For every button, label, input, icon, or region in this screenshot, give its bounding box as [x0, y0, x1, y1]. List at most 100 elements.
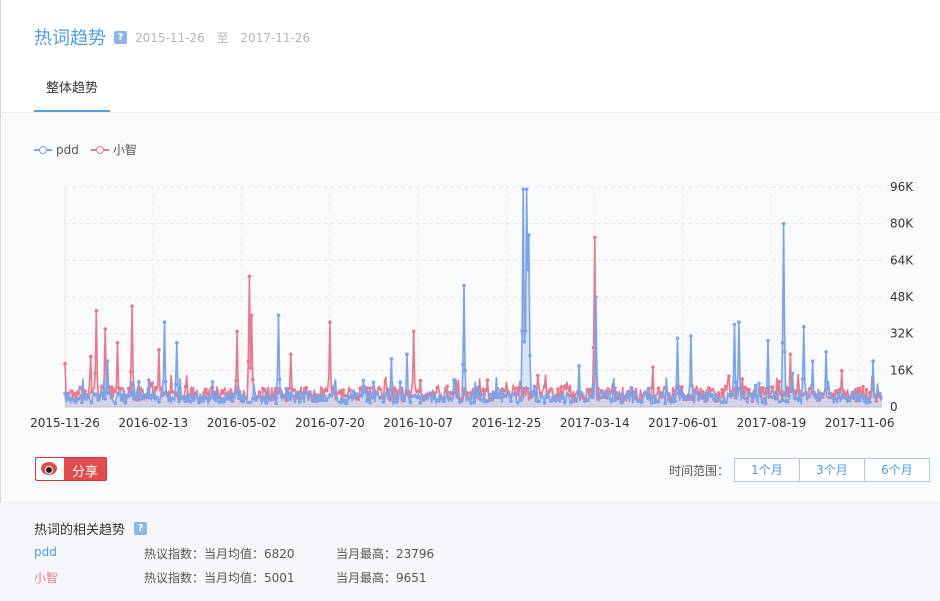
- chart-legend: pdd 小智: [34, 141, 149, 158]
- data-point: [559, 385, 563, 389]
- data-point: [700, 394, 704, 399]
- data-point: [103, 397, 107, 401]
- data-point: [650, 401, 654, 405]
- data-point: [713, 392, 718, 397]
- range-6-month-button[interactable]: 6个月: [864, 458, 930, 482]
- data-point: [177, 399, 181, 404]
- data-point: [643, 390, 647, 394]
- data-point: [438, 393, 443, 398]
- data-point: [821, 395, 825, 399]
- data-point: [606, 387, 610, 391]
- data-point: [827, 391, 832, 396]
- data-point: [723, 384, 728, 389]
- data-point: [224, 396, 228, 401]
- data-point: [389, 357, 394, 361]
- data-point: [528, 353, 532, 358]
- data-point: [696, 397, 701, 402]
- data-point: [289, 352, 293, 357]
- related-name-pdd[interactable]: pdd: [34, 545, 144, 562]
- data-point: [824, 350, 828, 354]
- related-name-xiaozhi[interactable]: 小智: [34, 569, 144, 586]
- data-point: [287, 386, 292, 391]
- data-point: [83, 394, 87, 399]
- data-point: [361, 378, 366, 383]
- data-point: [760, 400, 765, 405]
- data-point: [861, 384, 865, 389]
- data-point: [485, 399, 490, 403]
- range-1-month-button[interactable]: 1个月: [734, 458, 800, 482]
- data-point: [180, 396, 185, 400]
- share-button[interactable]: 分享: [35, 457, 107, 481]
- data-point: [807, 394, 812, 399]
- help-icon[interactable]: ?: [114, 30, 127, 44]
- legend-item-xiaozhi[interactable]: 小智: [90, 141, 137, 158]
- x-tick-label: 2017-03-14: [560, 416, 630, 430]
- data-point: [435, 385, 440, 390]
- data-point: [663, 401, 667, 406]
- data-point: [235, 329, 239, 334]
- data-point: [874, 394, 879, 399]
- data-point: [770, 385, 775, 389]
- data-point: [639, 400, 644, 405]
- data-point: [673, 399, 677, 403]
- data-point: [401, 394, 406, 399]
- data-point: [864, 401, 869, 405]
- data-point: [760, 385, 765, 390]
- data-point: [707, 386, 711, 390]
- data-point: [733, 380, 738, 385]
- data-point: [445, 384, 450, 389]
- data-point: [794, 395, 798, 400]
- data-point: [90, 390, 94, 394]
- data-point: [140, 388, 144, 393]
- range-3-month-button[interactable]: 3个月: [799, 458, 865, 482]
- data-point: [220, 399, 225, 404]
- data-point: [512, 386, 517, 391]
- data-point: [840, 368, 844, 373]
- data-point: [354, 392, 359, 396]
- data-point: [435, 399, 440, 403]
- data-point: [150, 393, 154, 397]
- data-point: [690, 383, 694, 388]
- data-point: [512, 392, 517, 397]
- trend-chart: 0 16K 32K 48K 64K 80K 96K 2015-11-26 2016-02-13 2…: [30, 180, 914, 430]
- tab-bar: 整体趋势: [0, 70, 940, 113]
- help-icon[interactable]: ?: [134, 522, 148, 535]
- data-point: [489, 392, 493, 397]
- x-tick-label: 2016-02-13: [118, 416, 188, 430]
- related-trends-title: 热词的相关趋势 ?: [34, 519, 148, 538]
- data-point: [757, 381, 761, 386]
- data-point: [774, 390, 778, 395]
- data-point: [552, 394, 557, 399]
- data-point: [479, 398, 483, 402]
- y-tick-label: 96K: [890, 180, 914, 194]
- data-point: [616, 393, 620, 397]
- data-point: [566, 386, 570, 390]
- data-point: [569, 400, 574, 404]
- data-point: [569, 393, 574, 398]
- data-point: [428, 391, 433, 395]
- data-point: [267, 397, 272, 401]
- data-point: [381, 400, 386, 404]
- y-tick-label: 48K: [890, 290, 914, 304]
- data-point: [304, 390, 309, 395]
- legend-swatch-pdd: [34, 145, 52, 155]
- data-point: [606, 390, 610, 395]
- data-point: [365, 399, 369, 403]
- x-tick-label: 2016-12-25: [472, 416, 542, 430]
- data-point: [418, 401, 423, 405]
- data-point: [539, 394, 543, 399]
- data-point: [153, 397, 158, 401]
- data-point: [183, 399, 188, 404]
- y-tick-label: 32K: [890, 327, 914, 341]
- data-point: [240, 393, 245, 398]
- data-point: [546, 392, 550, 397]
- data-point: [529, 390, 533, 395]
- data-point: [277, 377, 282, 382]
- legend-item-pdd[interactable]: pdd: [34, 141, 79, 158]
- data-point: [378, 396, 383, 400]
- data-point: [143, 393, 148, 397]
- data-point: [730, 392, 734, 397]
- data-point: [448, 396, 453, 401]
- tab-overall-trend[interactable]: 整体趋势: [34, 70, 110, 112]
- data-point: [861, 395, 865, 400]
